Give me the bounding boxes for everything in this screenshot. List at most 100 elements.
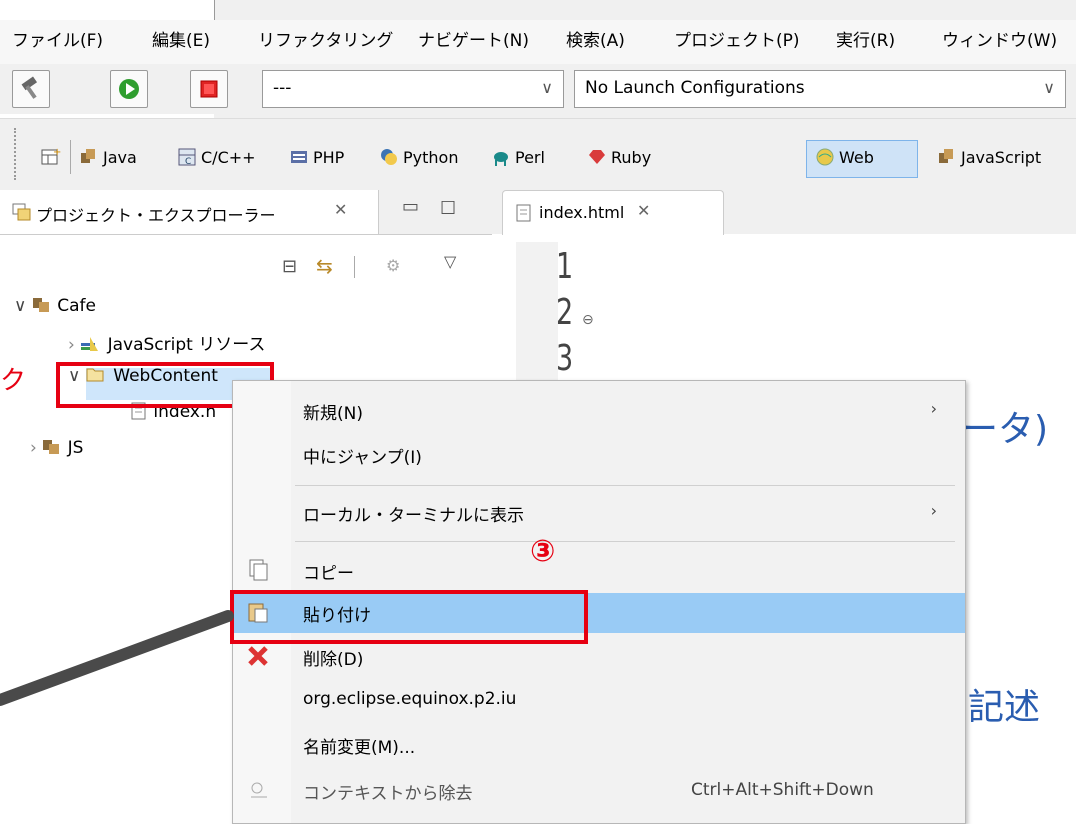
chevron-right-icon: › (68, 335, 81, 355)
chevron-down-icon: ∨ (14, 296, 32, 316)
delete-x-icon (248, 646, 268, 666)
copy-icon (249, 559, 268, 581)
tree-item-js-resources-label: JavaScript リソース (107, 335, 266, 355)
editor-code-text: 記述 (968, 687, 1041, 728)
menu-item-new-label: 新規(N) (303, 404, 363, 424)
editor-tab-index[interactable]: index.html ✕ (502, 190, 724, 235)
web-project-icon (43, 440, 60, 454)
ruby-gem-icon (588, 148, 606, 166)
title-strip-blank (0, 0, 215, 20)
tree-item-js-resources[interactable]: › JavaScript リソース (68, 330, 265, 355)
menu-item-jump-into-label: 中にジャンプ(I) (303, 448, 422, 468)
launch-config-combo[interactable]: No Launch Configurations ∨ (574, 70, 1066, 108)
perspective-ruby-label: Ruby (611, 148, 652, 167)
editor-code-text: ータ) (962, 409, 1049, 450)
perspective-ruby[interactable]: Ruby (588, 148, 651, 167)
tree-item-cafe-label: Cafe (57, 296, 96, 316)
menu-item-p2-iu[interactable]: org.eclipse.equinox.p2.iu (233, 681, 965, 721)
maximize-icon[interactable]: ☐ (440, 198, 456, 219)
perspective-web[interactable]: Web (816, 148, 874, 167)
annotation-highlight-paste (230, 590, 588, 644)
fold-collapse-icon[interactable]: ⊖ (582, 312, 594, 328)
project-explorer-icon (12, 203, 31, 221)
minimize-icon[interactable]: ▭ (402, 196, 419, 217)
perspective-java-label: Java (103, 148, 137, 167)
menu-window[interactable]: ウィンドウ(W) (942, 26, 1057, 51)
menu-navigate[interactable]: ナビゲート(N) (418, 26, 529, 51)
line-number: 3 (556, 338, 574, 379)
perspective-perl[interactable]: Perl (492, 148, 545, 167)
launch-config-value: No Launch Configurations (585, 78, 805, 98)
perspective-php[interactable]: PHP (290, 148, 344, 167)
launch-mode-value: --- (273, 78, 292, 98)
menu-separator (295, 541, 955, 542)
annotation-text: ク (0, 366, 27, 396)
filter-icon[interactable]: ⚙ (386, 256, 400, 275)
menu-item-remove-from-context-label: コンテキストから除去 (303, 784, 473, 804)
stop-icon (200, 80, 218, 98)
perspective-divider (70, 140, 71, 174)
explorer-toolbar-divider (354, 256, 355, 278)
menu-item-rename-label: 名前変更(M)... (303, 738, 416, 758)
menu-item-remove-from-context[interactable]: コンテキストから除去 Ctrl+Alt+Shift+Down (233, 771, 965, 811)
tree-item-cafe[interactable]: ∨ Cafe (14, 296, 96, 316)
menu-item-show-in-local-terminal[interactable]: ローカル・ターミナルに表示 › (233, 493, 965, 533)
menu-item-delete-label: 削除(D) (303, 650, 364, 670)
line-number: 1 (556, 246, 574, 287)
menu-edit[interactable]: 編集(E) (152, 26, 210, 51)
hammer-icon (21, 76, 38, 99)
perspective-perl-label: Perl (515, 148, 545, 167)
chevron-right-icon: › (30, 438, 43, 458)
chevron-right-icon: › (930, 501, 937, 520)
run-button[interactable] (110, 70, 148, 108)
menu-item-new[interactable]: 新規(N) › (233, 391, 965, 431)
html-file-icon (516, 204, 531, 222)
explorer-tab[interactable]: プロジェクト・エクスプローラー ✕ (0, 190, 379, 234)
collapse-all-icon[interactable]: ⊟ (282, 256, 297, 277)
php-perspective-icon (290, 148, 308, 166)
menu-item-rename[interactable]: 名前変更(M)... (233, 725, 965, 765)
menu-file[interactable]: ファイル(F) (12, 26, 103, 51)
toolbar-grip (14, 128, 19, 180)
play-icon (119, 79, 139, 99)
perspective-cpp[interactable]: C C/C++ (178, 148, 256, 167)
menu-refactor[interactable]: リファクタリング (258, 26, 393, 51)
cpp-perspective-icon: C (178, 148, 196, 167)
chevron-right-icon: › (930, 399, 937, 418)
tree-item-js[interactable]: › JS (30, 438, 83, 458)
menu-run[interactable]: 実行(R) (836, 26, 895, 51)
close-icon[interactable]: ✕ (334, 200, 347, 219)
svg-text:C: C (185, 157, 191, 166)
menu-search[interactable]: 検索(A) (566, 26, 625, 51)
perspective-python[interactable]: Python (380, 148, 458, 167)
close-icon[interactable]: ✕ (637, 201, 650, 220)
web-globe-icon (816, 148, 834, 166)
explorer-tab-title: プロジェクト・エクスプローラー (36, 206, 276, 225)
perspective-java[interactable]: Java (80, 148, 137, 167)
javascript-resources-icon (81, 337, 99, 351)
open-perspective-button[interactable]: + (40, 146, 62, 172)
annotation-pointer-line (0, 610, 234, 706)
menu-item-copy[interactable]: コピー (233, 551, 965, 591)
view-menu-icon[interactable]: ▽ (444, 252, 456, 271)
perspective-javascript-label: JavaScript (961, 148, 1042, 167)
build-button[interactable] (12, 70, 50, 108)
remove-context-icon (251, 782, 267, 798)
annotation-step-marker: ③ (530, 534, 556, 569)
java-perspective-icon (80, 148, 98, 166)
svg-text:+: + (53, 147, 61, 158)
perspective-javascript[interactable]: JavaScript (938, 148, 1041, 167)
launch-mode-combo[interactable]: --- ∨ (262, 70, 564, 108)
menu-item-remove-from-context-shortcut: Ctrl+Alt+Shift+Down (691, 780, 874, 800)
tree-item-js-label: JS (67, 438, 84, 458)
chevron-down-icon: ∨ (1043, 78, 1055, 97)
menu-separator (295, 485, 955, 486)
stop-button[interactable] (190, 70, 228, 108)
link-with-editor-icon[interactable]: ⇆ (316, 254, 333, 278)
line-number: 2 (556, 292, 574, 333)
menu-item-p2-iu-label: org.eclipse.equinox.p2.iu (303, 689, 517, 709)
python-perspective-icon (380, 148, 398, 166)
menu-item-jump-into[interactable]: 中にジャンプ(I) (233, 435, 965, 475)
menu-project[interactable]: プロジェクト(P) (674, 26, 800, 51)
menu-item-show-in-local-terminal-label: ローカル・ターミナルに表示 (303, 506, 524, 526)
